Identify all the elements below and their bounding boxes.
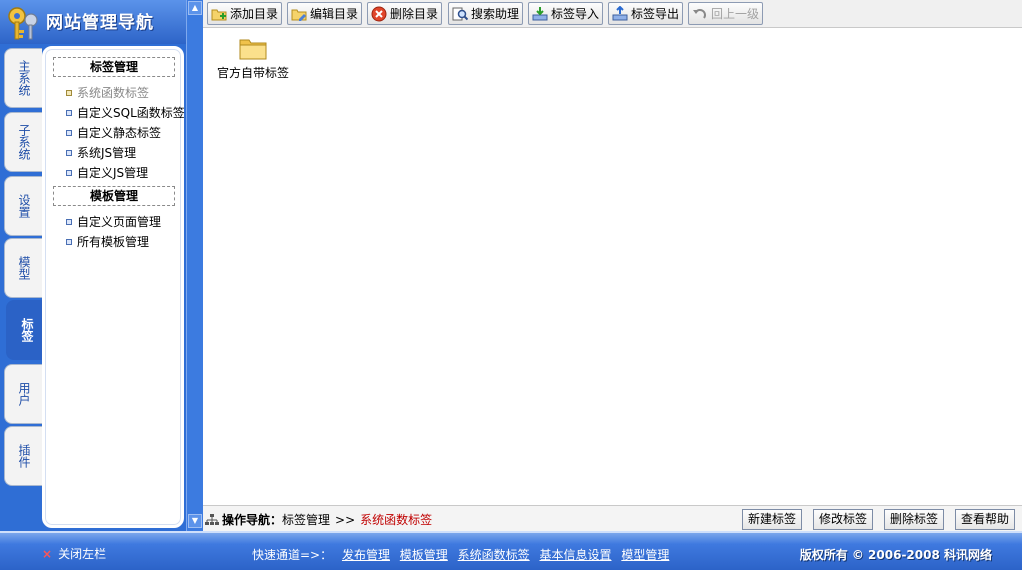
menu-item-label: 系统JS管理 [77,146,137,160]
breadcrumb-prefix: 操作导航： [222,513,283,527]
tab-plugins[interactable]: 插件 [4,426,42,486]
bullet-icon [66,130,72,136]
close-left-panel[interactable]: × 关闭左栏 [42,545,106,562]
edit-tag-button[interactable]: 修改标签 [813,509,874,530]
folder-add-icon [211,6,227,22]
edit-directory-button[interactable]: 编辑目录 [287,2,363,25]
bullet-icon [66,170,72,176]
import-icon [532,6,548,22]
export-icon [612,5,628,22]
quick-link-publish[interactable]: 发布管理 [342,548,390,562]
menu-item-system-function-tags[interactable]: 系统函数标签 [45,83,181,103]
tab-label: 主系统 [17,60,31,96]
left-navigation-panel: 网站管理导航 主系统 子系统 设置 模型 标签 用户 插件 标签管理 系统函数标… [0,0,203,531]
search-assistant-label: 搜索助理 [471,7,520,21]
operation-bar: 操作导航： 标签管理 >> 系统函数标签 新建标签 修改标签 删除标签 查看帮助 [203,505,1022,531]
tab-users[interactable]: 用户 [4,364,42,424]
folder-item[interactable]: 官方自带标签 [213,36,293,81]
menu-item-all-templates[interactable]: 所有模板管理 [45,232,181,252]
search-assistant-button[interactable]: 搜索助理 [448,2,524,25]
help-button[interactable]: 查看帮助 [955,509,1016,530]
tab-main-system[interactable]: 主系统 [4,48,42,108]
export-tags-label: 标签导出 [631,7,680,21]
scroll-down-icon[interactable]: ▼ [188,514,202,528]
folder-label: 官方自带标签 [216,66,289,80]
nav-title: 网站管理导航 [46,13,154,33]
breadcrumb-current: 系统函数标签 [360,513,433,527]
menu-item-label: 自定义静态标签 [77,126,162,140]
edit-directory-label: 编辑目录 [310,7,359,21]
menu-item-label: 自定义页面管理 [77,215,162,229]
export-tags-button[interactable]: 标签导出 [608,2,684,25]
new-tag-button[interactable]: 新建标签 [742,509,803,530]
menu-item-custom-pages[interactable]: 自定义页面管理 [45,212,181,232]
delete-tag-button[interactable]: 删除标签 [884,509,945,530]
tab-label: 模型 [17,256,31,280]
menu-item-custom-sql-tags[interactable]: 自定义SQL函数标签 [45,103,185,123]
scrollbar[interactable]: ▲ ▼ [186,0,203,531]
quick-link-templates[interactable]: 模板管理 [400,548,448,562]
quick-link-basic-settings[interactable]: 基本信息设置 [539,548,611,562]
menu-section-title: 模板管理 [53,186,175,206]
copyright: 版权所有 © 2006-2008 科讯网络 [799,548,992,562]
breadcrumb: 操作导航： 标签管理 >> 系统函数标签 [205,511,432,528]
tab-label: 子系统 [17,124,31,160]
side-menu: 标签管理 系统函数标签 自定义SQL函数标签 自定义静态标签 系统JS管理 自定… [42,46,185,528]
quick-link-system-tags[interactable]: 系统函数标签 [458,548,530,562]
delete-directory-label: 删除目录 [390,7,439,21]
add-directory-button[interactable]: 添加目录 [207,2,283,25]
bullet-icon [66,219,72,225]
menu-item-label: 自定义JS管理 [77,166,149,180]
footer-bar: × 关闭左栏 快速通道=>： 发布管理 模板管理 系统函数标签 基本信息设置 模型… [0,531,1022,570]
sitemap-icon [205,513,219,526]
back-arrow-icon [692,6,708,22]
tab-models[interactable]: 模型 [4,238,42,298]
tab-settings[interactable]: 设置 [4,176,42,236]
quick-links: 快速通道=>： 发布管理 模板管理 系统函数标签 基本信息设置 模型管理 [252,546,669,563]
folder-icon [239,36,267,60]
bullet-icon [66,239,72,245]
menu-item-custom-static-tags[interactable]: 自定义静态标签 [45,123,181,143]
menu-item-label: 所有模板管理 [77,235,150,249]
scroll-up-icon[interactable]: ▲ [188,1,202,15]
folder-edit-icon [291,6,307,22]
nav-header: 网站管理导航 [0,0,186,44]
menu-item-system-js[interactable]: 系统JS管理 [45,143,181,163]
close-icon: × [42,547,53,561]
tab-label: 设置 [17,194,31,218]
menu-item-label: 自定义SQL函数标签 [77,106,185,120]
go-up-button[interactable]: 回上一级 [688,2,764,25]
content-area: 官方自带标签 [203,28,1022,505]
menu-section-title: 标签管理 [53,57,175,77]
toolbar: 添加目录 编辑目录 删除目录 搜索助理 标签导入 标签导出 回上一级 [203,0,1022,28]
import-tags-label: 标签导入 [551,7,600,21]
tab-tags[interactable]: 标签 [6,300,46,360]
tab-label: 用户 [17,382,31,406]
tab-sub-system[interactable]: 子系统 [4,112,42,172]
close-left-label: 关闭左栏 [58,547,107,561]
quick-link-models[interactable]: 模型管理 [621,548,669,562]
add-directory-label: 添加目录 [230,7,279,21]
keys-logo-icon [4,4,42,42]
delete-icon [371,6,387,22]
import-tags-button[interactable]: 标签导入 [528,2,604,25]
delete-directory-button[interactable]: 删除目录 [367,2,443,25]
tab-label: 标签 [20,318,34,342]
menu-item-label: 系统函数标签 [77,86,150,100]
bullet-icon [66,90,72,96]
breadcrumb-path[interactable]: 标签管理 [282,511,330,528]
menu-item-custom-js[interactable]: 自定义JS管理 [45,163,181,183]
go-up-label: 回上一级 [711,7,760,21]
quick-links-label: 快速通道=>： [252,548,333,562]
bullet-icon [66,110,72,116]
bullet-icon [66,150,72,156]
search-icon [452,6,469,22]
breadcrumb-separator: >> [335,512,356,527]
tab-label: 插件 [17,444,31,468]
